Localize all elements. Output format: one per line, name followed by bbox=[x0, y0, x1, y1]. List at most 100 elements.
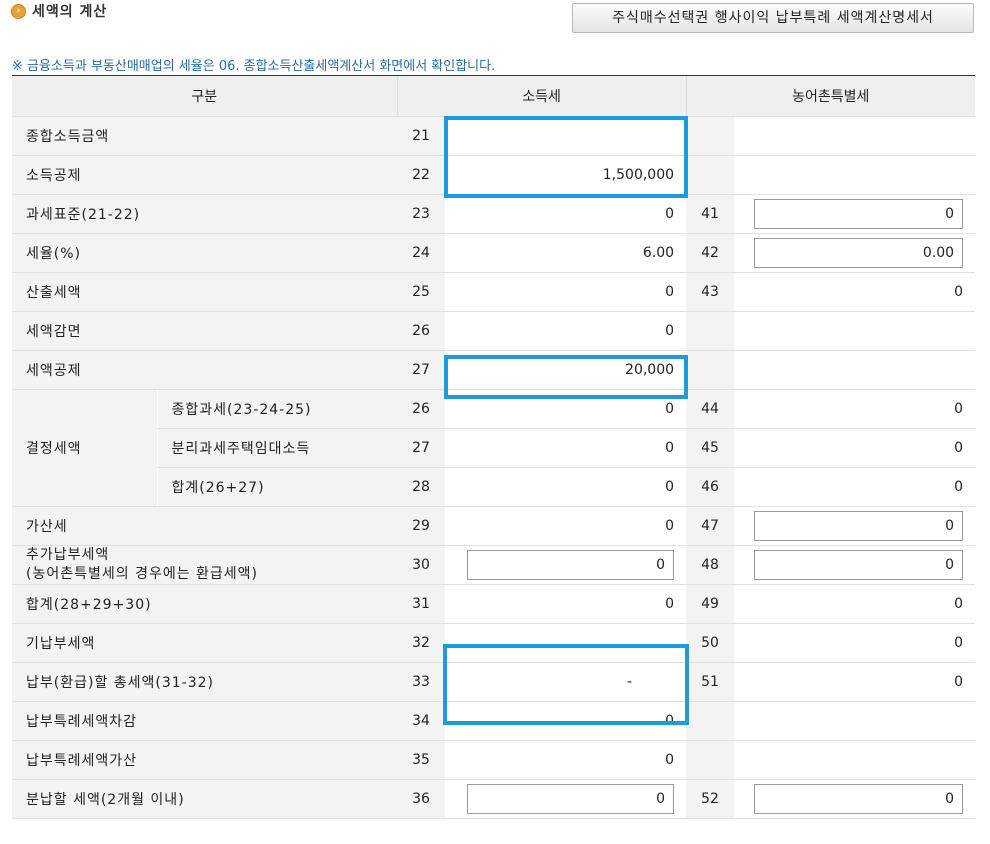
rural-number bbox=[686, 155, 735, 195]
tax-calculation-table: 구분 소득세 농어촌특별세 종합소득금액 21 소득공제 22 1,500,00… bbox=[12, 76, 976, 819]
row-label: 가산세 bbox=[12, 506, 398, 546]
rural-value bbox=[734, 701, 976, 741]
rural-number: 50 bbox=[686, 623, 735, 663]
rural-number: 41 bbox=[686, 194, 735, 234]
table-row: 가산세 29 0 47 0 bbox=[12, 506, 976, 546]
row-label: 납부특례세액가산 bbox=[12, 740, 398, 780]
table-row: 분리과세주택임대소득 27 0 45 0 bbox=[12, 428, 976, 468]
rural-value bbox=[734, 311, 976, 351]
row-label: 세액공제 bbox=[12, 350, 398, 390]
row-label: 산출세액 bbox=[12, 272, 398, 312]
income-tax-value: 0 bbox=[445, 584, 687, 624]
income-tax-value: 0 bbox=[445, 194, 687, 234]
row-number: 36 bbox=[397, 779, 446, 819]
income-tax-value: - bbox=[445, 662, 687, 702]
row-label: 과세표준(21-22) bbox=[12, 194, 398, 234]
rural-value bbox=[734, 350, 976, 390]
rural-value: 0 bbox=[734, 662, 976, 702]
income-tax-value: 20,000 bbox=[445, 350, 687, 390]
header-rural-tax: 농어촌특별세 bbox=[686, 76, 976, 117]
row-number: 29 bbox=[397, 506, 446, 546]
income-tax-input[interactable]: 0 bbox=[467, 783, 675, 814]
row-label-line1: 추가납부세액 bbox=[26, 546, 110, 563]
section-header: › 세액의 계산 bbox=[11, 1, 107, 21]
row-label: 기납부세액 bbox=[12, 623, 398, 663]
rural-number: 52 bbox=[686, 779, 735, 819]
income-tax-value: 6.00 bbox=[445, 233, 687, 273]
stock-option-tax-detail-button[interactable]: 주식매수선택권 행사이익 납부특례 세액계산명세서 bbox=[572, 3, 974, 33]
row-number: 24 bbox=[397, 233, 446, 273]
header-income-tax: 소득세 bbox=[397, 76, 687, 117]
rural-number: 45 bbox=[686, 428, 735, 468]
rural-value bbox=[734, 116, 976, 156]
row-number: 33 bbox=[397, 662, 446, 702]
row-number: 26 bbox=[397, 311, 446, 351]
row-number: 35 bbox=[397, 740, 446, 780]
row-label: 추가납부세액 (농어촌특별세의 경우에는 환급세액) bbox=[12, 545, 398, 585]
rural-number: 46 bbox=[686, 467, 735, 507]
row-label: 합계(26+27) bbox=[156, 467, 398, 507]
income-tax-value bbox=[445, 623, 687, 663]
rural-tax-input[interactable]: 0 bbox=[754, 198, 964, 229]
table-row: 결정세액 종합과세(23-24-25) 26 0 44 0 bbox=[12, 389, 976, 507]
bullet-icon: › bbox=[11, 3, 26, 19]
row-label: 분리과세주택임대소득 bbox=[156, 428, 398, 468]
income-tax-value: 0 bbox=[445, 272, 687, 312]
rural-number: 49 bbox=[686, 584, 735, 624]
table-row: 기납부세액 32 50 0 bbox=[12, 623, 976, 663]
rural-number bbox=[686, 116, 735, 156]
rural-value: 0 bbox=[734, 428, 976, 468]
row-number: 23 bbox=[397, 194, 446, 234]
row-label-line2: (농어촌특별세의 경우에는 환급세액) bbox=[26, 565, 259, 582]
group-label: 결정세액 bbox=[12, 389, 157, 507]
income-tax-value: 0 bbox=[445, 701, 687, 741]
row-number: 27 bbox=[397, 350, 446, 390]
rural-number bbox=[686, 701, 735, 741]
rural-number: 51 bbox=[686, 662, 735, 702]
row-number: 30 bbox=[397, 545, 446, 585]
rural-tax-input[interactable]: 0.00 bbox=[754, 237, 964, 268]
row-label: 납부특례세액차감 bbox=[12, 701, 398, 741]
row-number: 22 bbox=[397, 155, 446, 195]
table-row: 납부특례세액차감 34 0 bbox=[12, 701, 976, 741]
table-row: 과세표준(21-22) 23 0 41 0 bbox=[12, 194, 976, 234]
table-row: 세율(%) 24 6.00 42 0.00 bbox=[12, 233, 976, 273]
rural-tax-input[interactable]: 0 bbox=[754, 510, 964, 541]
table-row: 산출세액 25 0 43 0 bbox=[12, 272, 976, 312]
header-category: 구분 bbox=[12, 76, 398, 117]
row-number: 21 bbox=[397, 116, 446, 156]
table-row: 합계(28+29+30) 31 0 49 0 bbox=[12, 584, 976, 624]
rural-number bbox=[686, 350, 735, 390]
rural-value: 0 bbox=[734, 389, 976, 429]
section-title: 세액의 계산 bbox=[32, 4, 108, 20]
rural-value: 0 bbox=[734, 272, 976, 312]
rural-value bbox=[734, 155, 976, 195]
row-number: 31 bbox=[397, 584, 446, 624]
row-number: 27 bbox=[397, 428, 446, 468]
row-number: 32 bbox=[397, 623, 446, 663]
row-label: 세율(%) bbox=[12, 233, 398, 273]
income-tax-input[interactable]: 0 bbox=[467, 549, 675, 580]
rural-number bbox=[686, 740, 735, 780]
income-tax-value: 0 bbox=[445, 740, 687, 780]
row-number: 34 bbox=[397, 701, 446, 741]
income-tax-value: 0 bbox=[445, 467, 687, 507]
rural-number: 44 bbox=[686, 389, 735, 429]
row-label: 납부(환급)할 총세액(31-32) bbox=[12, 662, 398, 702]
table-row: 납부(환급)할 총세액(31-32) 33 - 51 0 bbox=[12, 662, 976, 702]
row-number: 26 bbox=[397, 389, 446, 429]
rural-number: 48 bbox=[686, 545, 735, 585]
table-row: 납부특례세액가산 35 0 bbox=[12, 740, 976, 780]
income-tax-value: 0 bbox=[445, 389, 687, 429]
income-tax-value: 0 bbox=[445, 506, 687, 546]
row-label: 세액감면 bbox=[12, 311, 398, 351]
rural-value bbox=[734, 740, 976, 780]
notice-text: ※ 금융소득과 부동산매매업의 세율은 06. 종합소득산출세액계산서 화면에서… bbox=[12, 59, 496, 74]
table-row: 추가납부세액 (농어촌특별세의 경우에는 환급세액) 30 0 48 0 bbox=[12, 545, 976, 585]
income-tax-value: 1,500,000 bbox=[445, 155, 687, 195]
rural-tax-input[interactable]: 0 bbox=[754, 783, 964, 814]
row-number: 25 bbox=[397, 272, 446, 312]
rural-tax-input[interactable]: 0 bbox=[754, 549, 964, 580]
rural-value: 0 bbox=[734, 623, 976, 663]
table-row: 분납할 세액(2개월 이내) 36 0 52 0 bbox=[12, 779, 976, 819]
